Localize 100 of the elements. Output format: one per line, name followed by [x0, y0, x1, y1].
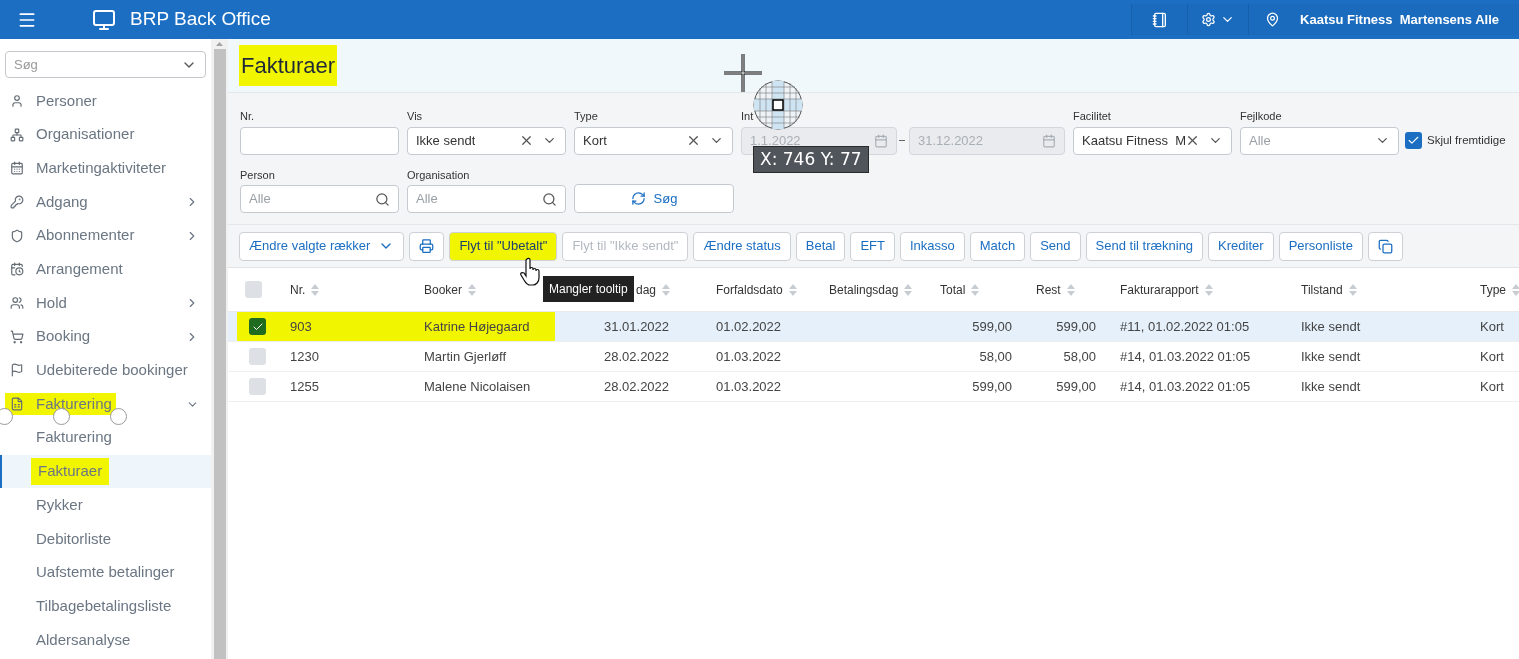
sidebar-subitem[interactable]: Fakturering: [0, 420, 211, 455]
toolbar-button[interactable]: Flyt til "Ubetalt": [449, 231, 558, 261]
sort-icon[interactable]: [971, 283, 980, 296]
column-header[interactable]: dag: [636, 280, 671, 299]
table-cell-text: Ikke sendt: [1301, 347, 1361, 366]
select-field[interactable]: Ikke sendt: [407, 126, 566, 155]
clear-icon[interactable]: [1185, 133, 1200, 148]
sort-icon[interactable]: [1204, 283, 1213, 296]
sidebar-subitem[interactable]: Tilbagebetalingsliste: [0, 589, 211, 623]
toolbar-button[interactable]: EFT: [850, 231, 895, 261]
sidebar-item[interactable]: Arrangement: [0, 252, 211, 287]
sidebar-subitem[interactable]: Uafstemte betalinger: [0, 555, 211, 590]
column-header[interactable]: Nr.: [290, 280, 320, 299]
clear-icon[interactable]: [519, 133, 534, 148]
row-checkbox[interactable]: [249, 378, 266, 395]
sort-icon[interactable]: [311, 283, 320, 296]
toolbar-button[interactable]: Match: [969, 231, 1026, 261]
sidebar-subitem[interactable]: Aldersanalyse: [0, 623, 211, 657]
sort-icon[interactable]: [468, 283, 477, 296]
toolbar-button[interactable]: Send: [1030, 231, 1081, 261]
select-field[interactable]: Kort: [574, 126, 733, 155]
sidebar-subitem[interactable]: Fakturaer: [0, 454, 211, 489]
search-field[interactable]: Alle: [240, 185, 399, 213]
sidebar-item[interactable]: Abonnementer: [0, 218, 211, 253]
sidebar-item[interactable]: Booking: [0, 319, 211, 354]
hierarchy-icon: [10, 127, 24, 142]
toolbar-button[interactable]: Personliste: [1278, 231, 1363, 261]
sidebar-subitem[interactable]: Rykker: [0, 488, 211, 522]
table-row[interactable]: 1230 Martin Gjerløff 28.02.2022 01.03.2022 58,00 58,00 #14, 01.03.2022 01:05 Ikke sendt Kort: [228, 342, 1519, 372]
print-button[interactable]: [409, 231, 445, 261]
select-field[interactable]: Kaatsu Fitness M: [1073, 126, 1232, 155]
person-icon: [10, 93, 24, 108]
sort-icon[interactable]: [1348, 283, 1357, 296]
toolbar-button[interactable]: Ændre status: [693, 231, 791, 261]
sort-icon[interactable]: [788, 283, 797, 296]
table-cell-text: Katrine Højegaard: [424, 317, 530, 336]
column-header[interactable]: Rest: [1036, 280, 1075, 299]
copy-button[interactable]: [1367, 231, 1403, 261]
column-header[interactable]: Fakturarapport: [1120, 280, 1213, 299]
sidebar-item[interactable]: Fakturering: [0, 387, 211, 421]
sidebar-item[interactable]: Udebiterede bookinger: [0, 353, 211, 388]
scroll-up-icon[interactable]: [216, 42, 223, 46]
scrollbar[interactable]: [211, 39, 228, 659]
search-field[interactable]: Alle: [407, 185, 566, 213]
sort-icon[interactable]: [904, 283, 913, 296]
map-pin-icon: [1265, 12, 1281, 27]
notebook-button[interactable]: [1131, 4, 1188, 35]
table-row[interactable]: 1255 Malene Nicolaisen 28.02.2022 01.03.2022 599,00 599,00 #14, 01.03.2022 01:05 Ikke sendt Kort: [228, 372, 1519, 402]
row-checkbox[interactable]: [249, 348, 266, 365]
sidebar-item[interactable]: Adgang: [0, 185, 211, 219]
search-select[interactable]: Søg: [5, 51, 206, 78]
column-header[interactable]: Forfaldsdato: [716, 280, 797, 299]
table-cell-text: 599,00: [972, 377, 1012, 396]
column-header[interactable]: Tilstand: [1301, 280, 1357, 299]
column-header[interactable]: Total: [940, 280, 980, 299]
toolbar-button[interactable]: Krediter: [1208, 231, 1274, 261]
field-label: Int: [741, 109, 755, 124]
calendar-icon: [10, 161, 24, 176]
table-cell-text: Ikke sendt: [1301, 377, 1361, 396]
refresh-icon: [630, 191, 646, 206]
field-label: Organisation: [407, 167, 471, 183]
search-button[interactable]: Søg: [574, 184, 734, 213]
table-cell-text: 599,00: [1056, 317, 1096, 336]
toolbar-button[interactable]: Inkasso: [899, 231, 965, 261]
column-header[interactable]: Booker: [424, 280, 477, 299]
table-cell-text: Ikke sendt: [1301, 317, 1361, 336]
toolbar-button[interactable]: Betal: [795, 231, 846, 261]
dropdown-button[interactable]: Ændre valgte rækker: [239, 231, 405, 261]
monitor-icon: [92, 7, 116, 32]
number-field[interactable]: [240, 126, 399, 155]
location-selector[interactable]: Kaatsu Fitness Martensens Alle: [1248, 4, 1519, 35]
sidebar-item[interactable]: Marketingaktiviteter: [0, 151, 211, 186]
table-cell-text: 31.01.2022: [604, 317, 670, 336]
table-row[interactable]: 903 Katrine Højegaard 31.01.2022 01.02.2022 599,00 599,00 #11, 01.02.2022 01:05 Ikke sendt Kort: [228, 312, 1519, 342]
flag-icon: [10, 363, 24, 378]
select-field[interactable]: Alle: [1240, 126, 1399, 155]
table-cell-text: 599,00: [1056, 377, 1096, 396]
checkbox[interactable]: [1405, 132, 1422, 150]
table-cell-text: #14, 01.03.2022 01:05: [1120, 347, 1251, 366]
settings-dropdown[interactable]: [1187, 4, 1249, 35]
column-header[interactable]: Betalingsdag: [829, 280, 913, 299]
sort-icon[interactable]: [1066, 283, 1075, 296]
clear-icon[interactable]: [686, 133, 701, 148]
search-icon: [375, 191, 390, 207]
search-icon: [542, 191, 557, 207]
select-all-checkbox[interactable]: [244, 281, 262, 298]
sidebar-item[interactable]: Organisationer: [0, 117, 211, 152]
sidebar-item[interactable]: Hold: [0, 286, 211, 320]
sidebar-subitem[interactable]: Debitorliste: [0, 521, 211, 556]
field-label: Person: [240, 167, 276, 183]
sort-icon[interactable]: [662, 283, 671, 296]
column-header[interactable]: Type: [1480, 280, 1519, 299]
table-cell-text: 1230: [290, 347, 319, 366]
row-checkbox[interactable]: [249, 318, 266, 335]
sidebar-item[interactable]: Personer: [0, 84, 211, 118]
cart-icon: [10, 329, 24, 344]
toolbar-button[interactable]: Send til trækning: [1085, 231, 1204, 261]
sort-icon[interactable]: [1512, 283, 1519, 296]
gear-icon: [1201, 12, 1217, 27]
table-cell-text: 01.03.2022: [716, 377, 782, 396]
